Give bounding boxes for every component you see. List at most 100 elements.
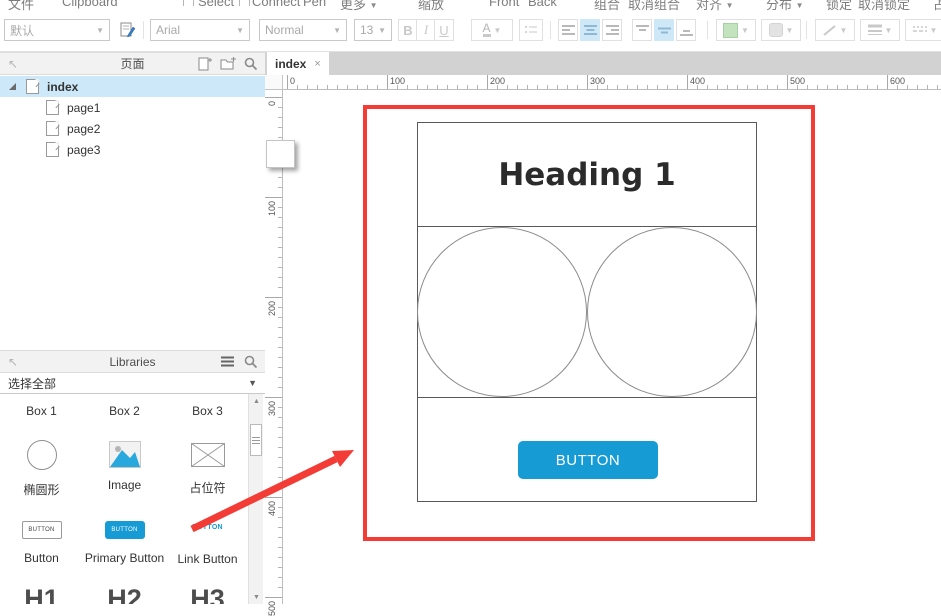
menu-front[interactable]: Front bbox=[489, 0, 519, 9]
menu-icon[interactable] bbox=[221, 356, 234, 367]
page-tree-item-page2[interactable]: page2 bbox=[0, 118, 265, 139]
library-item-primary-button[interactable]: BUTTON Primary Button bbox=[83, 521, 166, 565]
libraries-panel-header: Libraries ↖ bbox=[0, 350, 265, 373]
collapse-panel-icon[interactable]: ↖ bbox=[8, 57, 18, 71]
border-width-button[interactable]: ▼ bbox=[860, 19, 900, 41]
dash-style-icon bbox=[913, 24, 927, 36]
font-size-select[interactable]: 13▼ bbox=[354, 19, 392, 41]
expand-triangle-icon[interactable] bbox=[9, 83, 16, 90]
menu-unlock[interactable]: 取消锁定 bbox=[858, 0, 910, 12]
library-scrollbar[interactable]: ▲ ▼ bbox=[248, 394, 263, 604]
library-item-placeholder[interactable]: 占位符 bbox=[166, 443, 248, 496]
page-tree-item-page1[interactable]: page1 bbox=[0, 97, 265, 118]
menu-distribute[interactable]: 分布 ▼ bbox=[766, 0, 804, 12]
menu-ungroup[interactable]: 取消组合 bbox=[628, 0, 680, 12]
ruler-drag-handle[interactable] bbox=[266, 140, 295, 168]
edit-style-icon[interactable] bbox=[116, 19, 140, 41]
menu-file[interactable]: 文件 bbox=[8, 0, 34, 12]
heading-text: Heading 1 bbox=[498, 157, 675, 193]
scroll-up-icon[interactable]: ▲ bbox=[249, 394, 264, 408]
wireframe-container[interactable]: Heading 1 BUTTON bbox=[417, 122, 757, 502]
shadow-button[interactable]: ▼ bbox=[761, 19, 801, 41]
close-tab-icon[interactable]: × bbox=[314, 58, 320, 70]
library-item-box2[interactable]: Box 2 bbox=[83, 404, 166, 418]
chevron-down-icon: ▼ bbox=[374, 26, 386, 35]
font-weight-select[interactable]: Normal▼ bbox=[259, 19, 347, 41]
page-tree-item-index[interactable]: index bbox=[0, 76, 265, 97]
scroll-down-icon[interactable]: ▼ bbox=[249, 590, 264, 604]
page-tree-label: page3 bbox=[67, 143, 100, 157]
menu-align[interactable]: 对齐 ▼ bbox=[696, 0, 734, 12]
library-item-image[interactable]: Image bbox=[83, 441, 166, 492]
page-tree-label: index bbox=[47, 80, 78, 94]
library-item-ellipse[interactable]: 椭圆形 bbox=[0, 440, 83, 498]
page-icon bbox=[46, 100, 59, 115]
collapse-panel-icon[interactable]: ↖ bbox=[8, 355, 18, 369]
italic-button[interactable]: I bbox=[416, 19, 436, 41]
select-mode-right-icon[interactable] bbox=[239, 0, 250, 6]
border-color-button[interactable]: ▼ bbox=[815, 19, 855, 41]
bullet-list-icon[interactable] bbox=[519, 19, 543, 41]
chevron-down-icon: ▼ bbox=[796, 1, 804, 10]
search-icon[interactable] bbox=[244, 57, 257, 70]
page-tree-item-page3[interactable]: page3 bbox=[0, 139, 265, 160]
ruler-corner bbox=[265, 75, 283, 90]
circles-section bbox=[418, 227, 756, 398]
fill-color-swatch bbox=[723, 23, 738, 38]
add-page-icon[interactable] bbox=[197, 57, 212, 71]
align-center-button[interactable] bbox=[580, 19, 600, 41]
library-item-h3[interactable]: H3 bbox=[166, 584, 248, 604]
library-item-button[interactable]: BUTTON Button bbox=[0, 521, 83, 565]
menu-back[interactable]: Back bbox=[528, 0, 557, 9]
chevron-down-icon: ▼ bbox=[885, 26, 893, 35]
menu-connect[interactable]: Connect bbox=[252, 0, 300, 9]
menu-select[interactable]: Select bbox=[198, 0, 234, 9]
scrollbar-thumb[interactable] bbox=[250, 424, 262, 456]
menu-lock[interactable]: 锁定 bbox=[826, 0, 852, 12]
library-item-link-button[interactable]: BUTTON Link Button bbox=[166, 524, 248, 566]
add-folder-icon[interactable] bbox=[220, 57, 236, 70]
pages-tree: index page1 page2 page3 bbox=[0, 75, 265, 350]
menu-zoom[interactable]: 缩放 bbox=[418, 0, 444, 12]
tab-index[interactable]: index × bbox=[267, 52, 329, 75]
library-filter-select[interactable]: 选择全部 ▼ bbox=[0, 373, 265, 394]
font-family-select[interactable]: Arial▼ bbox=[150, 19, 250, 41]
primary-button-widget-icon: BUTTON bbox=[105, 521, 145, 539]
chevron-down-icon: ▼ bbox=[232, 26, 244, 35]
menu-truncated[interactable]: 占 bbox=[933, 0, 941, 12]
select-mode-left-icon[interactable] bbox=[183, 0, 194, 6]
page-tree-label: page2 bbox=[67, 122, 100, 136]
ellipse-widget-right[interactable] bbox=[587, 227, 757, 397]
library-item-h2[interactable]: H2 bbox=[83, 584, 166, 604]
font-color-button[interactable]: A ▼ bbox=[471, 19, 513, 41]
valign-middle-button[interactable] bbox=[654, 19, 674, 41]
menu-pen[interactable]: Pen bbox=[303, 0, 326, 9]
menu-group[interactable]: 组合 bbox=[594, 0, 620, 12]
placeholder-icon bbox=[191, 443, 225, 467]
library-item-box1[interactable]: Box 1 bbox=[0, 404, 83, 418]
menu-clipboard[interactable]: Clipboard bbox=[62, 0, 118, 9]
ellipse-icon bbox=[27, 440, 57, 470]
search-icon[interactable] bbox=[244, 355, 257, 368]
valign-bottom-button[interactable] bbox=[676, 19, 696, 41]
menu-more[interactable]: 更多 ▼ bbox=[340, 0, 378, 12]
toolbar-separator bbox=[707, 21, 708, 39]
align-left-button[interactable] bbox=[558, 19, 578, 41]
primary-button-widget[interactable]: BUTTON bbox=[518, 441, 658, 479]
fill-color-button[interactable]: ▼ bbox=[716, 19, 756, 41]
style-preset-select[interactable]: 默认▼ bbox=[4, 19, 110, 41]
border-style-button[interactable]: ▼ bbox=[905, 19, 941, 41]
library-item-box3[interactable]: Box 3 bbox=[166, 404, 248, 418]
toolbar-separator bbox=[806, 21, 807, 39]
library-item-h1[interactable]: H1 bbox=[0, 584, 83, 604]
chevron-down-icon: ▼ bbox=[329, 26, 341, 35]
tab-strip: index × bbox=[265, 52, 941, 75]
underline-button[interactable]: U bbox=[434, 19, 454, 41]
valign-top-button[interactable] bbox=[632, 19, 652, 41]
format-toolbar: 默认▼ Arial▼ Normal▼ 13▼ B I U A ▼ bbox=[0, 12, 941, 52]
bold-button[interactable]: B bbox=[398, 19, 418, 41]
toolbar-separator bbox=[143, 21, 144, 39]
align-right-button[interactable] bbox=[602, 19, 622, 41]
heading-widget[interactable]: Heading 1 bbox=[418, 123, 756, 227]
ellipse-widget-left[interactable] bbox=[417, 227, 587, 397]
